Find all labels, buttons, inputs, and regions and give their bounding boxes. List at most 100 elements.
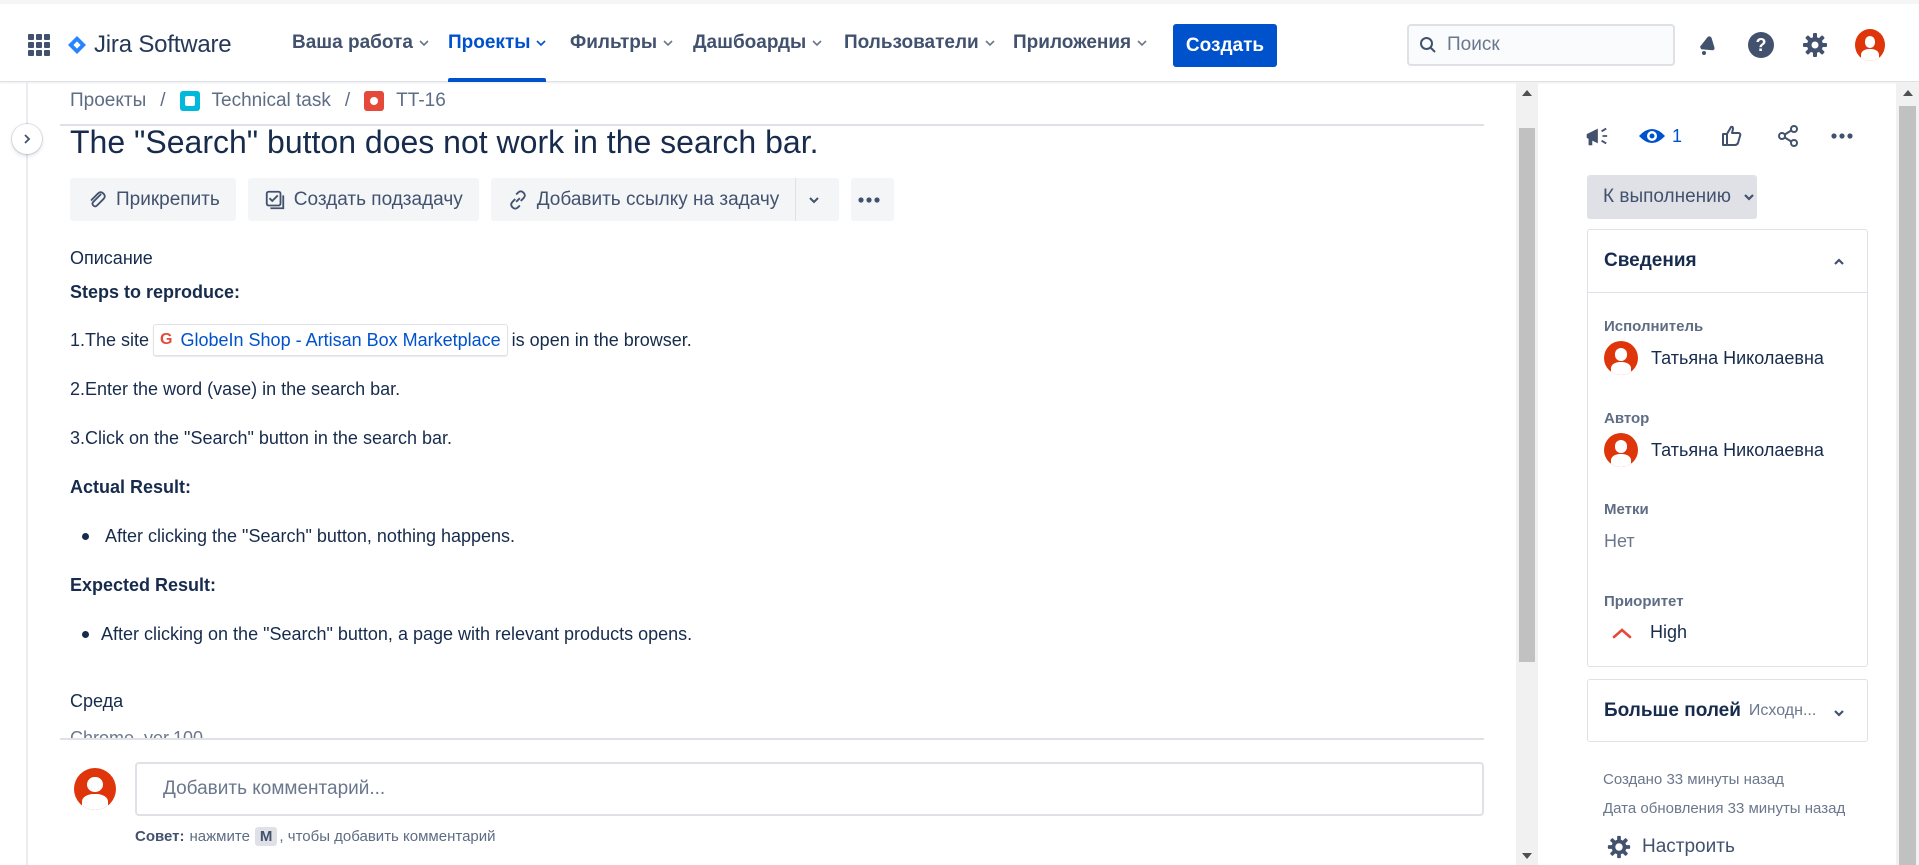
- more-fields-title: Больше полей: [1604, 699, 1741, 721]
- share-icon[interactable]: [1772, 120, 1804, 152]
- link-issue-split-button: Добавить ссылку на задачу: [490, 178, 840, 221]
- search-input[interactable]: [1447, 34, 1667, 56]
- description-section: Описание Steps to reproduce: 1.The site …: [70, 248, 1470, 740]
- nav-apps[interactable]: Приложения: [1013, 4, 1147, 82]
- step-1-prefix: 1.The site: [70, 329, 150, 350]
- search-icon: [1420, 37, 1436, 53]
- chevron-down-icon: [1834, 710, 1844, 717]
- scroll-up-arrow[interactable]: [1522, 90, 1532, 96]
- environment-label: Среда: [70, 691, 124, 711]
- smart-link[interactable]: G GlobeIn Shop - Artisan Box Marketplace: [153, 324, 508, 356]
- search-box[interactable]: [1407, 24, 1675, 66]
- more-icon: [858, 196, 880, 203]
- labels-field[interactable]: Нет: [1604, 531, 1635, 552]
- nav-filters[interactable]: Фильтры: [570, 4, 673, 82]
- bullet-dot: [82, 533, 89, 540]
- priority-field[interactable]: High: [1604, 622, 1687, 643]
- configure-button[interactable]: Настроить: [1606, 834, 1735, 860]
- reporter-field[interactable]: Татьяна Николаевна: [1604, 433, 1824, 467]
- assignee-name: Татьяна Николаевна: [1651, 347, 1824, 368]
- details-header[interactable]: Сведения: [1588, 230, 1867, 293]
- breadcrumb: Проекты / Technical task / TT-16: [70, 88, 446, 114]
- notifications-icon[interactable]: [1692, 30, 1722, 60]
- breadcrumb-projects[interactable]: Проекты: [70, 90, 146, 112]
- tip-label: Совет:: [135, 828, 185, 845]
- chevron-down-icon: [812, 40, 822, 47]
- assignee-label: Исполнитель: [1604, 318, 1704, 335]
- link-issue-button[interactable]: Добавить ссылку на задачу: [490, 178, 796, 221]
- breadcrumb-issue-key[interactable]: TT-16: [396, 90, 446, 112]
- breadcrumb-project[interactable]: Technical task: [212, 90, 331, 112]
- nav-people-label: Пользователи: [844, 32, 979, 53]
- svg-text:?: ?: [1756, 35, 1767, 55]
- apps-grid-icon[interactable]: [28, 34, 50, 56]
- breadcrumb-separator: /: [344, 90, 351, 111]
- jira-logo-icon: [68, 36, 86, 54]
- like-icon[interactable]: [1716, 120, 1748, 152]
- updated-timestamp: Дата обновления 33 минуты назад: [1603, 800, 1846, 817]
- chevron-down-icon: [419, 40, 429, 47]
- comment-tip: Совет: нажмите M , чтобы добавить коммен…: [135, 827, 496, 846]
- more-icon[interactable]: [1826, 120, 1858, 152]
- configure-label: Настроить: [1642, 836, 1735, 857]
- scroll-down-arrow[interactable]: [1522, 853, 1532, 859]
- settings-icon[interactable]: [1800, 30, 1830, 60]
- issue-actions: 1: [1580, 120, 1858, 152]
- jira-logo[interactable]: Jira Software: [68, 30, 232, 60]
- sidebar-rail: [26, 82, 28, 865]
- scroll-thumb[interactable]: [1519, 128, 1535, 662]
- actual-result-heading: Actual Result:: [70, 477, 192, 497]
- actual-result-text: After clicking the "Search" button, noth…: [105, 526, 516, 546]
- comment-input[interactable]: [135, 762, 1484, 816]
- subtask-icon: [265, 190, 284, 209]
- feedback-icon[interactable]: [1580, 120, 1612, 152]
- gear-icon: [1607, 835, 1631, 859]
- step-2: 2.Enter the word (vase) in the search ba…: [70, 379, 401, 399]
- expected-result-text: After clicking on the "Search" button, a…: [101, 624, 693, 644]
- help-icon[interactable]: ?: [1746, 30, 1776, 60]
- watch-button[interactable]: 1: [1638, 120, 1682, 152]
- google-icon: G: [160, 331, 173, 348]
- chevron-down-icon: [663, 40, 673, 47]
- panel-scrollbar[interactable]: [1896, 82, 1919, 865]
- subtask-label: Создать подзадачу: [293, 188, 463, 210]
- reporter-name: Татьяна Николаевна: [1651, 439, 1824, 460]
- chevron-down-icon: [1744, 194, 1754, 201]
- status-dropdown[interactable]: К выполнению: [1587, 175, 1757, 219]
- watch-icon: [1639, 129, 1665, 143]
- main-scrollbar[interactable]: [1516, 82, 1538, 865]
- nav-projects[interactable]: Проекты: [448, 4, 547, 82]
- status-label: К выполнению: [1603, 186, 1732, 207]
- link-issue-dropdown[interactable]: [795, 178, 840, 221]
- attach-label: Прикрепить: [116, 188, 220, 210]
- list-item: After clicking on the "Search" button, a…: [82, 624, 692, 645]
- assignee-field[interactable]: Татьяна Николаевна: [1604, 341, 1824, 375]
- avatar: [1604, 433, 1638, 467]
- step-1-suffix: is open in the browser.: [511, 329, 692, 350]
- tip-post: , чтобы добавить комментарий: [279, 828, 496, 845]
- chevron-right-icon: [24, 134, 31, 144]
- nav-your-work-label: Ваша работа: [292, 32, 413, 53]
- reporter-label: Автор: [1604, 410, 1650, 427]
- nav-dashboards[interactable]: Дашбоарды: [693, 4, 822, 82]
- profile-icon[interactable]: [1855, 29, 1885, 61]
- create-subtask-button[interactable]: Создать подзадачу: [247, 178, 479, 221]
- chevron-up-icon: [1834, 258, 1844, 265]
- issue-title[interactable]: The "Search" button does not work in the…: [70, 124, 818, 161]
- details-title: Сведения: [1604, 250, 1697, 271]
- more-actions-button[interactable]: [851, 178, 895, 221]
- more-fields-section[interactable]: Больше полей Исходн...: [1587, 679, 1868, 742]
- details-panel: Сведения Исполнитель Татьяна Николаевна …: [1587, 229, 1868, 667]
- attach-button[interactable]: Прикрепить: [70, 178, 236, 221]
- attach-icon: [90, 190, 106, 207]
- nav-people[interactable]: Пользователи: [844, 4, 995, 82]
- created-timestamp: Создано 33 минуты назад: [1603, 771, 1785, 788]
- nav-your-work[interactable]: Ваша работа: [292, 4, 429, 82]
- create-button[interactable]: Создать: [1173, 24, 1277, 67]
- bullet-dot: [82, 631, 89, 638]
- chevron-down-icon: [809, 196, 819, 203]
- scroll-up-arrow[interactable]: [1902, 90, 1913, 96]
- scroll-thumb[interactable]: [1899, 106, 1916, 865]
- expected-result-heading: Expected Result:: [70, 575, 217, 595]
- expand-sidebar-button[interactable]: [12, 124, 42, 154]
